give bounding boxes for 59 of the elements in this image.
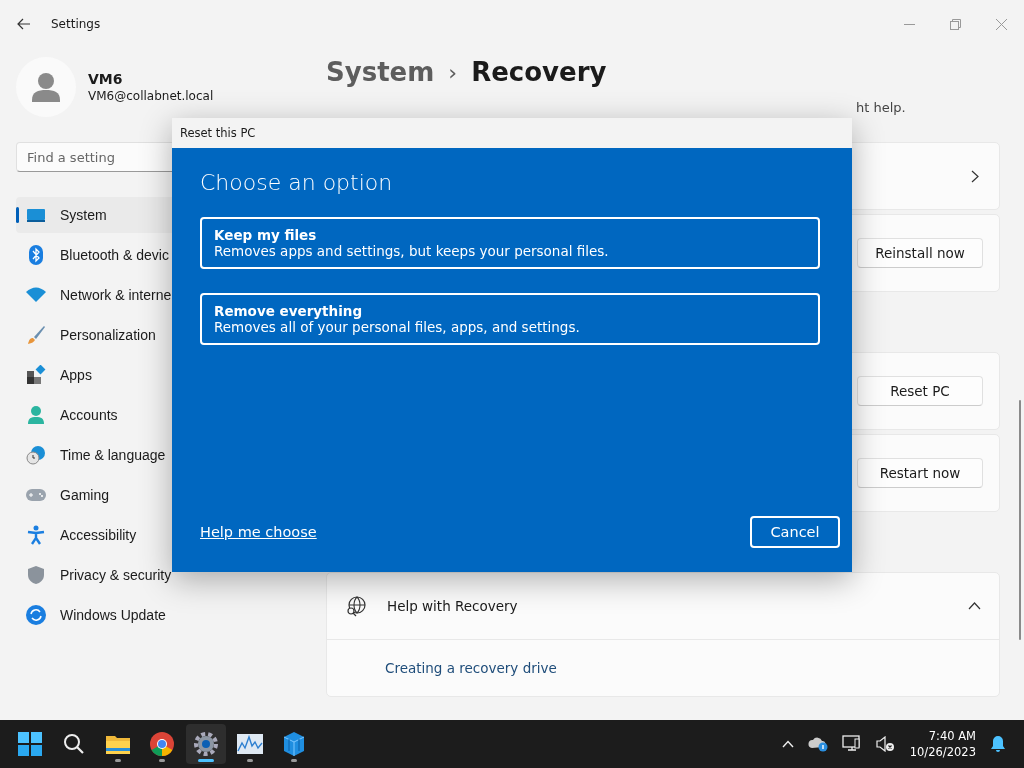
sidebar-item[interactable]: Privacy & security bbox=[16, 557, 286, 593]
sidebar-item[interactable]: Windows Update bbox=[16, 597, 286, 633]
dialog-heading: Choose an option bbox=[200, 170, 394, 195]
taskbar-app[interactable] bbox=[186, 724, 226, 764]
chevron-up-icon[interactable] bbox=[968, 602, 981, 610]
gamepad-icon bbox=[26, 488, 46, 502]
person-icon bbox=[26, 405, 46, 425]
cloud-icon[interactable] bbox=[807, 736, 828, 752]
user-name: VM6 bbox=[88, 71, 124, 87]
chevron-right-icon bbox=[971, 169, 979, 183]
action-button[interactable]: Reset PC bbox=[857, 376, 983, 406]
sidebar-item[interactable]: Time & language bbox=[16, 437, 286, 473]
option-button[interactable]: Keep my files Removes apps and settings, but keeps your personal files. bbox=[200, 217, 820, 269]
restore-icon[interactable] bbox=[950, 18, 961, 30]
accessibility-icon bbox=[26, 525, 46, 545]
network-icon[interactable] bbox=[841, 735, 862, 753]
option-title: Remove everything bbox=[214, 303, 364, 319]
option-description: Removes apps and settings, but keeps your personal files. bbox=[214, 243, 610, 259]
help-me-choose-link[interactable]: Help me choose bbox=[200, 524, 317, 540]
bluetooth-icon bbox=[26, 245, 46, 265]
speaker-muted-icon[interactable] bbox=[875, 736, 896, 752]
chart-window-icon bbox=[237, 734, 263, 754]
gear-icon bbox=[194, 732, 218, 756]
search-icon bbox=[63, 733, 85, 755]
folder-icon bbox=[106, 734, 130, 754]
globe-clock-icon bbox=[26, 445, 46, 465]
apps-icon bbox=[26, 365, 46, 385]
sidebar-item[interactable]: Accounts bbox=[16, 397, 286, 433]
help-title: Help with Recovery bbox=[387, 598, 519, 614]
avatar-icon bbox=[16, 57, 76, 117]
breadcrumb-parent[interactable]: System bbox=[326, 57, 435, 87]
cube-stack-icon bbox=[283, 732, 305, 756]
back-icon[interactable] bbox=[17, 18, 31, 30]
option-button[interactable]: Remove everything Removes all of your personal files, apps, and settings. bbox=[200, 293, 820, 345]
cancel-button[interactable]: Cancel bbox=[750, 516, 840, 548]
dialog-title: Reset this PC bbox=[180, 126, 256, 140]
wifi-icon bbox=[26, 287, 46, 303]
action-button[interactable]: Restart now bbox=[857, 458, 983, 488]
sidebar-item[interactable]: Apps bbox=[16, 357, 286, 393]
start-icon bbox=[18, 732, 42, 756]
update-icon bbox=[26, 605, 46, 625]
breadcrumb-separator: › bbox=[448, 59, 458, 85]
page-title: Recovery bbox=[471, 57, 607, 87]
close-icon[interactable] bbox=[996, 18, 1007, 30]
user-email: VM6@collabnet.local bbox=[88, 89, 214, 103]
globe-search-icon bbox=[345, 595, 367, 617]
window-title: Settings bbox=[51, 17, 101, 31]
option-description: Removes all of your personal files, apps, and settings. bbox=[214, 319, 581, 335]
clock-date[interactable]: 10/26/2023 bbox=[909, 744, 976, 760]
shield-icon bbox=[26, 565, 46, 585]
action-button[interactable]: Reinstall now bbox=[857, 238, 983, 268]
clock-time[interactable]: 7:40 AM bbox=[928, 728, 976, 744]
brush-icon bbox=[26, 325, 46, 345]
bell-icon[interactable] bbox=[990, 735, 1006, 753]
browser-icon bbox=[150, 732, 174, 756]
sidebar-item[interactable]: Gaming bbox=[16, 477, 286, 513]
monitor-icon bbox=[26, 207, 46, 223]
description-text: ht help. bbox=[856, 100, 906, 115]
help-link[interactable]: Creating a recovery drive bbox=[385, 660, 557, 676]
